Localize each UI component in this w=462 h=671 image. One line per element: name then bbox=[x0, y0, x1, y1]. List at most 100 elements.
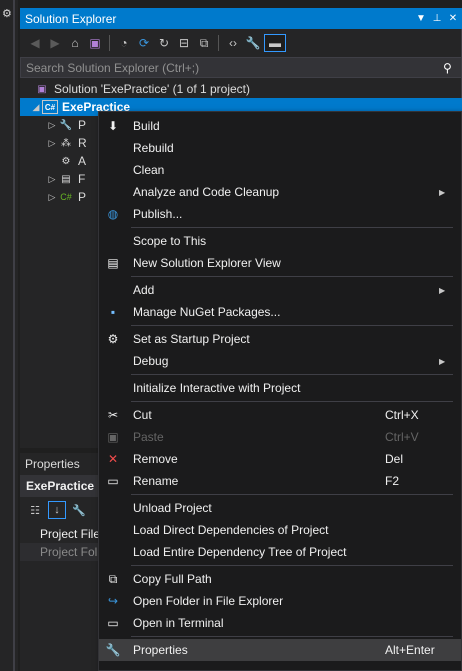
show-all-files-icon[interactable]: ⧉ bbox=[195, 34, 213, 52]
search-box[interactable]: Search Solution Explorer (Ctrl+;) ⚲ bbox=[20, 57, 462, 78]
menu-item-analyze[interactable]: Analyze and Code Cleanup ▶ bbox=[99, 181, 461, 203]
build-icon: ⬇ bbox=[107, 119, 119, 133]
back-icon[interactable]: ◀ bbox=[26, 34, 44, 52]
switch-views-icon[interactable]: ▣ bbox=[86, 34, 104, 52]
menu-item-label: Open Folder in File Explorer bbox=[133, 594, 284, 608]
menu-separator bbox=[131, 227, 453, 228]
menu-item-build[interactable]: ⬇ Build bbox=[99, 115, 461, 137]
menu-separator bbox=[131, 325, 453, 326]
menu-item-label: Copy Full Path bbox=[133, 572, 212, 586]
expand-arrow-icon[interactable]: ▷ bbox=[46, 174, 58, 185]
menu-item-debug[interactable]: Debug ▶ bbox=[99, 350, 461, 372]
categorized-icon[interactable]: ☷ bbox=[26, 501, 44, 519]
menu-item-label: Clean bbox=[133, 163, 165, 177]
globe-icon: ◍ bbox=[107, 207, 119, 221]
menu-item-paste[interactable]: ▣ Paste Ctrl+V bbox=[99, 426, 461, 448]
rename-icon: ▭ bbox=[107, 474, 119, 488]
submenu-arrow-icon: ▶ bbox=[439, 187, 446, 197]
collapse-arrow-icon[interactable]: ◢ bbox=[30, 102, 42, 113]
menu-item-cut[interactable]: ✂ Cut Ctrl+X bbox=[99, 404, 461, 426]
close-icon[interactable]: ✕ bbox=[446, 12, 460, 26]
terminal-icon: ▭ bbox=[107, 616, 119, 630]
menu-item-scope[interactable]: Scope to This bbox=[99, 230, 461, 252]
csharp-file-icon: C# bbox=[60, 192, 72, 202]
menu-item-label: Manage NuGet Packages... bbox=[133, 305, 281, 319]
expand-arrow-icon[interactable]: ▷ bbox=[46, 120, 58, 131]
refresh-icon[interactable]: ↻ bbox=[155, 34, 173, 52]
expand-arrow-icon[interactable]: ▷ bbox=[46, 192, 58, 203]
copy-icon: ⧉ bbox=[108, 571, 118, 586]
menu-item-label: Analyze and Code Cleanup bbox=[133, 185, 280, 199]
panel-title: Solution Explorer bbox=[25, 11, 117, 26]
tree-item-label: R bbox=[78, 136, 87, 150]
menu-item-shortcut: Del bbox=[385, 452, 404, 466]
menu-item-nuget[interactable]: ▪ Manage NuGet Packages... bbox=[99, 301, 461, 323]
config-icon: ⚙ bbox=[61, 155, 71, 167]
menu-item-copy-path[interactable]: ⧉ Copy Full Path bbox=[99, 568, 461, 590]
menu-item-label: Rebuild bbox=[133, 141, 174, 155]
tree-item-label: P bbox=[78, 190, 87, 204]
solution-label: Solution 'ExePractice' (1 of 1 project) bbox=[54, 82, 251, 96]
remove-icon: ✕ bbox=[107, 452, 119, 466]
search-icon[interactable]: ⚲ bbox=[443, 61, 461, 75]
property-pages-icon[interactable]: 🔧 bbox=[70, 501, 88, 519]
menu-item-startup[interactable]: ⚙ Set as Startup Project bbox=[99, 328, 461, 350]
menu-item-load-tree[interactable]: Load Entire Dependency Tree of Project bbox=[99, 541, 461, 563]
tree-item-label: F bbox=[78, 172, 86, 186]
pending-changes-filter-icon[interactable]: ◔ bbox=[115, 34, 133, 52]
submenu-arrow-icon: ▶ bbox=[439, 356, 446, 366]
menu-item-shortcut: F2 bbox=[385, 474, 400, 488]
menu-item-label: Initialize Interactive with Project bbox=[133, 381, 301, 395]
menu-item-load-direct[interactable]: Load Direct Dependencies of Project bbox=[99, 519, 461, 541]
menu-item-label: Set as Startup Project bbox=[133, 332, 250, 346]
menu-item-open-folder[interactable]: ↪ Open Folder in File Explorer bbox=[99, 590, 461, 612]
menu-separator bbox=[131, 636, 453, 637]
menu-item-properties[interactable]: 🔧 Properties Alt+Enter bbox=[99, 639, 461, 661]
menu-item-clean[interactable]: Clean bbox=[99, 159, 461, 181]
menu-item-label: Remove bbox=[133, 452, 178, 466]
solution-icon: ▣ bbox=[37, 83, 47, 95]
tree-item-label: A bbox=[78, 154, 87, 168]
menu-item-label: Load Direct Dependencies of Project bbox=[133, 523, 329, 537]
splitter[interactable] bbox=[13, 0, 15, 671]
sync-icon[interactable]: ⟳ bbox=[135, 34, 153, 52]
preview-selected-icon[interactable]: ▬ bbox=[264, 34, 286, 52]
paste-icon: ▣ bbox=[107, 430, 119, 444]
menu-item-rebuild[interactable]: Rebuild bbox=[99, 137, 461, 159]
menu-item-terminal[interactable]: ▭ Open in Terminal bbox=[99, 612, 461, 634]
gear-icon: ⚙ bbox=[107, 332, 119, 346]
submenu-arrow-icon: ▶ bbox=[439, 285, 446, 295]
menu-item-label: Open in Terminal bbox=[133, 616, 224, 630]
menu-item-interactive[interactable]: Initialize Interactive with Project bbox=[99, 377, 461, 399]
left-editor-strip: ⚙ bbox=[0, 0, 18, 671]
tree-item-solution[interactable]: ▣ Solution 'ExePractice' (1 of 1 project… bbox=[20, 80, 462, 98]
menu-item-label: Properties bbox=[133, 643, 188, 657]
menu-item-label: Publish... bbox=[133, 207, 183, 221]
menu-item-label: Paste bbox=[133, 430, 164, 444]
menu-item-label: Unload Project bbox=[133, 501, 212, 515]
menu-item-publish[interactable]: ◍ Publish... bbox=[99, 203, 461, 225]
collapse-all-icon[interactable]: ⊟ bbox=[175, 34, 193, 52]
home-icon[interactable]: ⌂ bbox=[66, 34, 84, 52]
menu-item-label: Debug bbox=[133, 354, 169, 368]
properties-wrench-icon[interactable]: 🔧 bbox=[244, 34, 262, 52]
nuget-icon: ▪ bbox=[110, 305, 116, 319]
dropdown-arrow-icon[interactable]: ▼ bbox=[414, 12, 428, 26]
menu-item-rename[interactable]: ▭ Rename F2 bbox=[99, 470, 461, 492]
forward-icon[interactable]: ▶ bbox=[46, 34, 64, 52]
expand-arrow-icon[interactable]: ▷ bbox=[46, 138, 58, 149]
alphabetical-icon[interactable]: ↓ bbox=[48, 501, 66, 519]
menu-item-remove[interactable]: ✕ Remove Del bbox=[99, 448, 461, 470]
pin-icon[interactable]: ⊥ bbox=[430, 12, 444, 26]
menu-item-unload[interactable]: Unload Project bbox=[99, 497, 461, 519]
open-folder-icon: ↪ bbox=[107, 594, 119, 608]
menu-separator bbox=[131, 276, 453, 277]
search-input[interactable]: Search Solution Explorer (Ctrl+;) bbox=[26, 61, 443, 75]
menu-item-add[interactable]: Add ▶ bbox=[99, 279, 461, 301]
wrench-icon: 🔧 bbox=[105, 643, 121, 657]
menu-item-label: Cut bbox=[133, 408, 152, 422]
tree-item-label: P bbox=[78, 118, 87, 132]
toolbar-separator bbox=[218, 35, 219, 51]
menu-item-new-view[interactable]: ▤ New Solution Explorer View bbox=[99, 252, 461, 274]
view-code-icon[interactable]: ‹› bbox=[224, 34, 242, 52]
